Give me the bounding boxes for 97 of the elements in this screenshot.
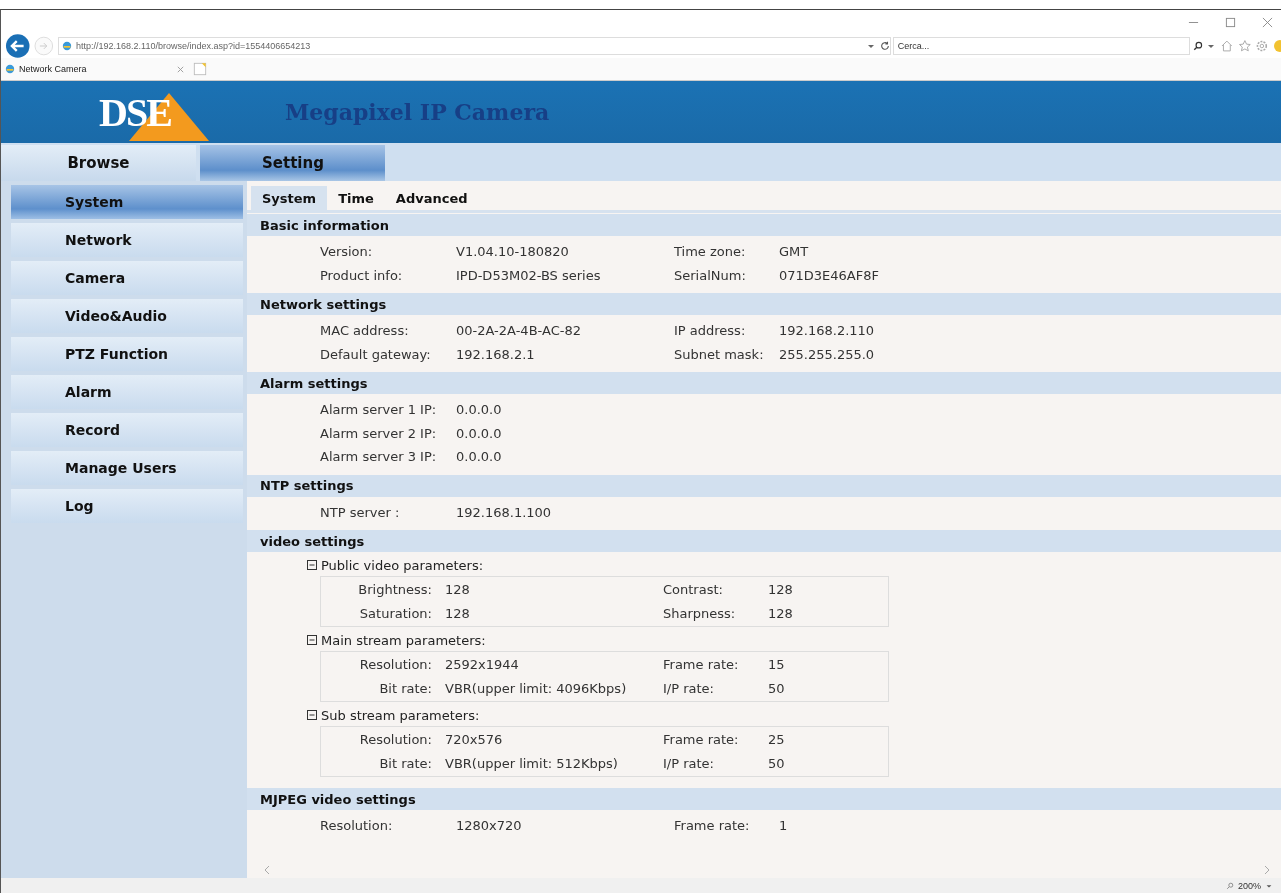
section-header: NTP settings (247, 474, 1281, 497)
field-label: MAC address: (320, 323, 410, 339)
group-title: Main stream parameters: (321, 632, 486, 648)
field-label: Alarm server 1 IP: (320, 402, 438, 418)
sidebar-item[interactable]: System (11, 185, 243, 219)
group-title: Public video parameters: (321, 557, 484, 573)
sidebar-item[interactable]: Record (11, 413, 243, 447)
section-header: Network settings (247, 293, 1281, 315)
refresh-icon[interactable] (879, 41, 890, 51)
field-value: VBR(upper limit: 512Kbps) (445, 755, 619, 771)
field-label: Time zone: (674, 244, 747, 260)
section-header: MJPEG video settings (247, 788, 1281, 810)
section-header: Basic information (247, 214, 1281, 236)
search-icon[interactable] (1193, 41, 1204, 51)
field-value: IPD-D53M02-BS series (456, 267, 602, 283)
collapse-icon[interactable] (307, 560, 317, 570)
field-label: Frame rate: (663, 657, 740, 673)
field-label: Subnet mask: (674, 346, 765, 362)
field-value: 15 (768, 657, 786, 673)
sidebar-item[interactable]: Video&Audio (11, 299, 243, 333)
field-value: 192.168.2.1 (456, 346, 536, 362)
field-value: 1 (779, 818, 789, 834)
field-value: V1.04.10-180820 (456, 244, 570, 260)
nav-tab[interactable]: Setting (200, 145, 385, 181)
sidebar-item[interactable]: Log (11, 489, 243, 523)
star-icon[interactable] (1237, 39, 1252, 53)
field-value: 1280x720 (456, 818, 523, 834)
address-bar[interactable]: http://192.168.2.110/browse/index.asp?id=1554406654213 (58, 37, 891, 55)
field-label: Version: (320, 244, 374, 260)
field-value: GMT (779, 244, 810, 260)
field-label: Resolution: (359, 657, 433, 673)
field-label: Product info: (320, 267, 404, 283)
field-label: Frame rate: (674, 818, 751, 834)
scroll-right-icon[interactable] (1263, 865, 1271, 875)
back-icon[interactable] (5, 33, 31, 59)
field-value: 2592x1944 (445, 657, 520, 673)
sidebar-item[interactable]: Alarm (11, 375, 243, 409)
field-label: Default gateway: (320, 346, 432, 362)
field-value: VBR(upper limit: 4096Kbps) (445, 680, 628, 696)
field-value: 128 (768, 582, 794, 598)
close-icon[interactable] (176, 64, 185, 74)
field-value: 50 (768, 755, 786, 771)
field-value: 192.168.1.100 (456, 504, 553, 520)
maximize-icon[interactable] (1225, 16, 1236, 28)
search-field[interactable]: Cerca... (892, 37, 1191, 55)
new-tab-icon[interactable] (193, 62, 207, 76)
zoom-control[interactable]: 200% (1225, 880, 1273, 891)
sub-tab[interactable]: Time (327, 186, 385, 210)
field-label: Alarm server 3 IP: (320, 449, 438, 465)
sidebar-item[interactable]: Camera (11, 261, 243, 295)
field-value: 192.168.2.110 (779, 323, 876, 339)
sidebar-item[interactable]: PTZ Function (11, 337, 243, 371)
collapse-icon[interactable] (307, 635, 317, 645)
sidebar-item[interactable]: Network (11, 223, 243, 257)
field-value: 071D3E46AF8F (779, 267, 880, 283)
field-value: 25 (768, 732, 786, 748)
field-label: IP address: (674, 323, 747, 339)
field-value: 00-2A-2A-4B-AC-82 (456, 323, 582, 339)
field-label: Bit rate: (379, 680, 433, 696)
magnifier-icon (1225, 881, 1234, 890)
section-header: Alarm settings (247, 372, 1281, 394)
field-value: 128 (445, 582, 471, 598)
field-label: Alarm server 2 IP: (320, 425, 438, 441)
field-label: Resolution: (320, 818, 394, 834)
sub-tab[interactable]: System (251, 186, 328, 210)
section-header: video settings (247, 530, 1281, 552)
field-label: Brightness: (358, 582, 433, 598)
collapse-icon[interactable] (307, 710, 317, 720)
field-label: Frame rate: (663, 732, 740, 748)
globe-icon (5, 64, 15, 74)
close-icon[interactable] (1262, 16, 1273, 28)
sub-tab[interactable]: Advanced (384, 186, 479, 210)
settings-icon[interactable] (1255, 39, 1270, 53)
field-label: Saturation: (359, 605, 433, 621)
field-value: 720x576 (445, 732, 504, 748)
browser-tab[interactable]: Network Camera (1, 59, 191, 79)
nav-tab[interactable]: Browse (1, 145, 196, 181)
globe-icon (62, 41, 73, 51)
group-title: Sub stream parameters: (321, 707, 480, 723)
field-label: Bit rate: (379, 755, 433, 771)
field-value: 0.0.0.0 (456, 449, 503, 465)
scroll-left-icon[interactable] (263, 865, 271, 875)
field-label: NTP server : (320, 504, 401, 520)
field-value: 255.255.255.0 (779, 346, 876, 362)
field-label: Resolution: (359, 732, 433, 748)
field-value: 128 (445, 605, 471, 621)
sidebar-item[interactable]: Manage Users (11, 451, 243, 485)
field-label: SerialNum: (674, 267, 747, 283)
field-value: 0.0.0.0 (456, 425, 503, 441)
field-label: I/P rate: (663, 755, 715, 771)
url-text: http://192.168.2.110/browse/index.asp?id=1554406654213 (76, 41, 312, 51)
field-value: 128 (768, 605, 794, 621)
field-label: Sharpness: (663, 605, 737, 621)
field-value: 0.0.0.0 (456, 402, 503, 418)
field-label: I/P rate: (663, 680, 715, 696)
field-label: Contrast: (663, 582, 724, 598)
field-value: 50 (768, 680, 786, 696)
